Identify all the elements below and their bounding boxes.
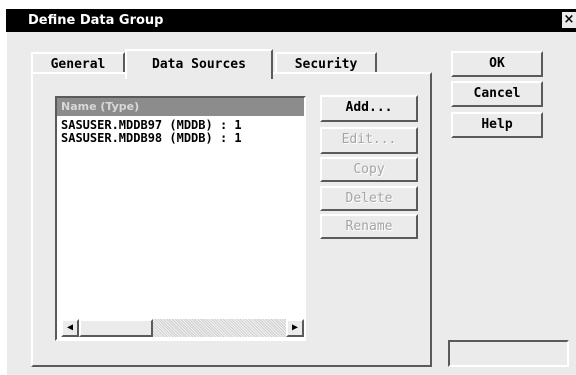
scroll-left-arrow-icon[interactable]: ◀ [61, 319, 79, 337]
edit-button[interactable]: Edit... [320, 127, 418, 154]
title-bar[interactable]: Define Data Group × [6, 9, 576, 32]
scroll-right-arrow-icon[interactable]: ▶ [286, 319, 304, 337]
ok-button[interactable]: OK [451, 51, 543, 77]
copy-button[interactable]: Copy [320, 157, 418, 182]
rename-button[interactable]: Rename [320, 214, 418, 239]
status-field [448, 340, 569, 367]
help-button[interactable]: Help [451, 112, 543, 138]
tab-data-sources-label: Data Sources [152, 57, 246, 72]
tab-general-label: General [50, 57, 106, 72]
list-item[interactable]: SASUSER.MDDB98 (MDDB) : 1 [61, 132, 242, 145]
data-sources-list[interactable]: Name (Type) SASUSER.MDDB97 (MDDB) : 1 SA… [55, 96, 306, 341]
horizontal-scrollbar[interactable]: ◀ ▶ [61, 319, 304, 337]
close-icon[interactable]: × [562, 12, 576, 28]
tab-security-label: Security [294, 57, 358, 72]
add-button[interactable]: Add... [320, 95, 418, 122]
delete-button[interactable]: Delete [320, 186, 418, 211]
tab-data-sources[interactable]: Data Sources [125, 49, 273, 79]
list-header: Name (Type) [57, 98, 304, 116]
scrollbar-thumb[interactable] [79, 319, 153, 337]
window-title: Define Data Group [28, 13, 164, 28]
cancel-button[interactable]: Cancel [451, 81, 543, 107]
